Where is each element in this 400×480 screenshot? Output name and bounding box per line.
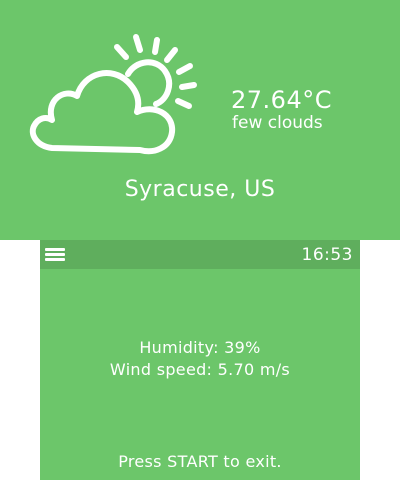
wind-speed-label: Wind speed: 5.70 m/s (109, 360, 291, 379)
humidity-label: Humidity: 39% (139, 338, 261, 357)
weather-details: Humidity: 39% Wind speed: 5.70 m/s (40, 337, 360, 381)
exit-hint: Press START to exit. (118, 452, 282, 471)
hamburger-menu-icon[interactable] (45, 248, 65, 262)
few-clouds-icon (29, 34, 197, 155)
top-screen: 27.64°C few clouds Syracuse, US (0, 0, 400, 240)
weather-description: few clouds (232, 113, 323, 133)
temperature-label: 27.64°C (231, 86, 332, 114)
location-label: Syracuse, US (124, 177, 276, 202)
bottom-screen: 16:53 Humidity: 39% Wind speed: 5.70 m/s… (40, 240, 360, 480)
status-bar: 16:53 (40, 240, 360, 269)
clock-label: 16:53 (301, 245, 353, 265)
